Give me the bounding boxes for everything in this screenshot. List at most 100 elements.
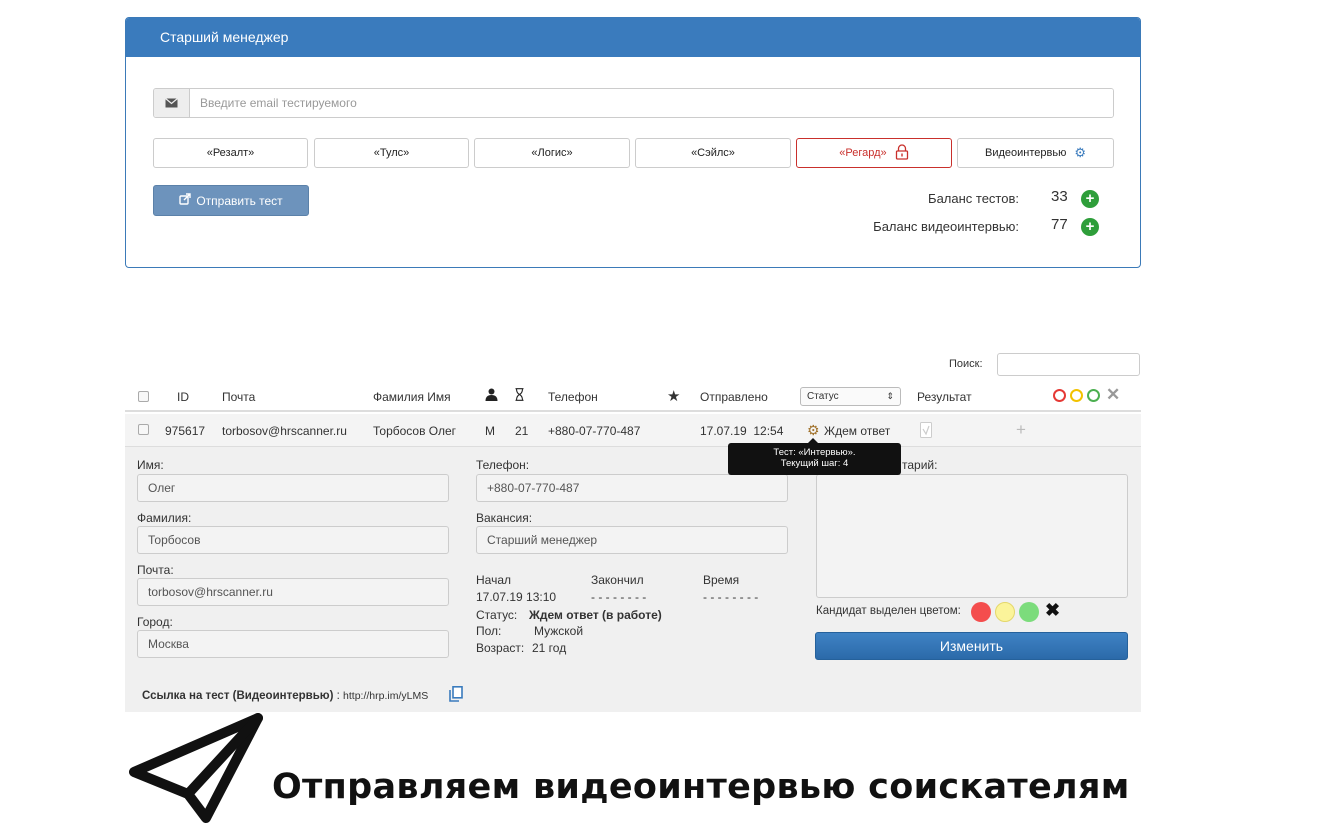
- surname-label: Фамилия:: [137, 511, 192, 525]
- status-tooltip: Тест: «Интервью». Текущий шаг: 4: [728, 438, 901, 475]
- test-button-label: «Регард»: [839, 147, 887, 159]
- name-field[interactable]: Олег: [137, 474, 449, 502]
- email-label: Почта:: [137, 563, 174, 577]
- email-field[interactable]: torbosov@hrscanner.ru: [137, 578, 449, 606]
- header-phone[interactable]: Телефон: [548, 390, 598, 404]
- table-row[interactable]: 975617 torbosov@hrscanner.ru Торбосов Ол…: [125, 414, 1141, 447]
- test-link-label: Ссылка на тест (Видеоинтервью): [142, 690, 334, 702]
- status-filter-value: Статус: [807, 391, 839, 402]
- filter-red-circle-icon[interactable]: [1053, 389, 1066, 402]
- gender-value: Мужской: [534, 624, 584, 638]
- end-label: Закончил: [591, 573, 644, 587]
- row-checkbox[interactable]: [138, 424, 149, 435]
- end-value: - - - - - - - -: [591, 590, 647, 604]
- clear-filter-x-icon[interactable]: ✕: [1106, 385, 1120, 405]
- email-input[interactable]: [190, 89, 1113, 117]
- copy-icon[interactable]: [449, 686, 463, 705]
- test-button-sales[interactable]: «Сэйлс»: [635, 138, 791, 168]
- test-link: Ссылка на тест (Видеоинтервью) : http://…: [142, 690, 428, 702]
- header-name[interactable]: Фамилия Имя: [373, 390, 451, 404]
- row-phone: +880-07-770-487: [548, 424, 641, 438]
- surname-field[interactable]: Торбосов: [137, 526, 449, 554]
- phone-label: Телефон:: [476, 458, 530, 472]
- mark-green-circle-icon[interactable]: [1019, 602, 1039, 622]
- age-value: 21 год: [532, 641, 567, 655]
- search-label: Поиск:: [949, 358, 983, 370]
- clear-mark-x-icon[interactable]: ✖: [1045, 600, 1060, 621]
- age-label: Возраст:: [476, 641, 525, 655]
- comment-label: тарий:: [902, 458, 938, 472]
- test-link-sep: :: [333, 690, 344, 702]
- row-name: Торбосов Олег: [373, 424, 457, 438]
- balance-tests-label: Баланс тестов:: [928, 191, 1019, 206]
- test-button-logis[interactable]: «Логис»: [474, 138, 630, 168]
- gear-icon: ⚙: [1074, 145, 1086, 160]
- test-button-label: «Сэйлс»: [691, 147, 735, 159]
- row-sent-date: 17.07.19 12:54: [700, 424, 784, 438]
- row-id: 975617: [165, 424, 206, 438]
- header-id[interactable]: ID: [177, 390, 189, 404]
- panel-title: Старший менеджер: [126, 18, 1140, 57]
- select-arrows-icon: ⇕: [886, 391, 894, 401]
- row-gender: М: [485, 424, 495, 438]
- row-status[interactable]: Ждем ответ: [824, 424, 890, 438]
- phone-field[interactable]: +880-07-770-487: [476, 474, 788, 502]
- person-icon[interactable]: [485, 388, 498, 404]
- test-link-url[interactable]: http://hrp.im/yLMS: [343, 690, 428, 702]
- candidate-details: Имя: Олег Фамилия: Торбосов Почта: torbo…: [125, 447, 1141, 712]
- result-doc-icon[interactable]: [920, 422, 932, 441]
- test-button-video-interview[interactable]: Видеоинтервью ⚙: [957, 138, 1114, 168]
- table-header: ID Почта Фамилия Имя Телефон ★ Отправлен…: [125, 382, 1141, 412]
- gender-label: Пол:: [476, 624, 502, 638]
- add-icon[interactable]: +: [1016, 420, 1026, 440]
- search-input[interactable]: [997, 353, 1140, 376]
- test-button-result[interactable]: «Резалт»: [153, 138, 308, 168]
- header-result[interactable]: Результат: [917, 390, 972, 404]
- start-label: Начал: [476, 573, 512, 587]
- balance-video-value: 77: [1051, 216, 1068, 233]
- filter-yellow-circle-icon[interactable]: [1070, 389, 1083, 402]
- row-age: 21: [515, 424, 529, 438]
- test-send-panel: Старший менеджер «Резалт» «Тулс» «Логис»…: [125, 17, 1141, 268]
- add-video-icon[interactable]: +: [1081, 218, 1099, 236]
- tooltip-line: Текущий шаг: 4: [780, 458, 849, 469]
- balance-video-label: Баланс видеоинтервью:: [873, 219, 1019, 234]
- mark-red-circle-icon[interactable]: [971, 602, 991, 622]
- select-all-checkbox[interactable]: [138, 391, 149, 402]
- name-label: Имя:: [137, 458, 164, 472]
- paper-plane-icon: [126, 712, 266, 824]
- envelope-icon: [154, 89, 190, 117]
- star-icon[interactable]: ★: [667, 387, 680, 405]
- change-button[interactable]: Изменить: [815, 632, 1128, 660]
- filter-green-circle-icon[interactable]: [1087, 389, 1100, 402]
- test-button-regard[interactable]: «Регард»: [796, 138, 952, 168]
- send-test-button[interactable]: Отправить тест: [153, 185, 309, 216]
- status-filter-select[interactable]: Статус ⇕: [800, 387, 901, 406]
- test-button-label: «Логис»: [531, 147, 573, 159]
- mark-yellow-circle-icon[interactable]: [995, 602, 1015, 622]
- header-email[interactable]: Почта: [222, 390, 255, 404]
- city-field[interactable]: Москва: [137, 630, 449, 658]
- test-button-label: «Тулс»: [373, 147, 410, 159]
- lock-icon: [895, 143, 909, 163]
- test-button-tools[interactable]: «Тулс»: [314, 138, 469, 168]
- external-link-icon: [179, 193, 192, 208]
- banner-text: Отправляем видеоинтервью соискателям: [272, 767, 1130, 807]
- test-button-label: Видеоинтервью: [985, 147, 1067, 159]
- time-value: - - - - - - - -: [703, 590, 759, 604]
- balance-tests-value: 33: [1051, 188, 1068, 205]
- header-sent[interactable]: Отправлено: [700, 390, 768, 404]
- tooltip-line: Тест: «Интервью».: [773, 447, 856, 458]
- send-test-label: Отправить тест: [196, 193, 283, 208]
- vacancy-field[interactable]: Старший менеджер: [476, 526, 788, 554]
- hourglass-icon[interactable]: [515, 388, 524, 404]
- email-input-group: [153, 88, 1114, 118]
- row-email: torbosov@hrscanner.ru: [222, 424, 347, 438]
- gear-icon: ⚙: [807, 422, 820, 438]
- city-label: Город:: [137, 615, 173, 629]
- add-tests-icon[interactable]: +: [1081, 190, 1099, 208]
- color-mark-label: Кандидат выделен цветом:: [816, 605, 961, 617]
- comment-textarea[interactable]: [816, 474, 1128, 598]
- status-label: Статус:: [476, 608, 518, 622]
- start-value: 17.07.19 13:10: [476, 590, 557, 604]
